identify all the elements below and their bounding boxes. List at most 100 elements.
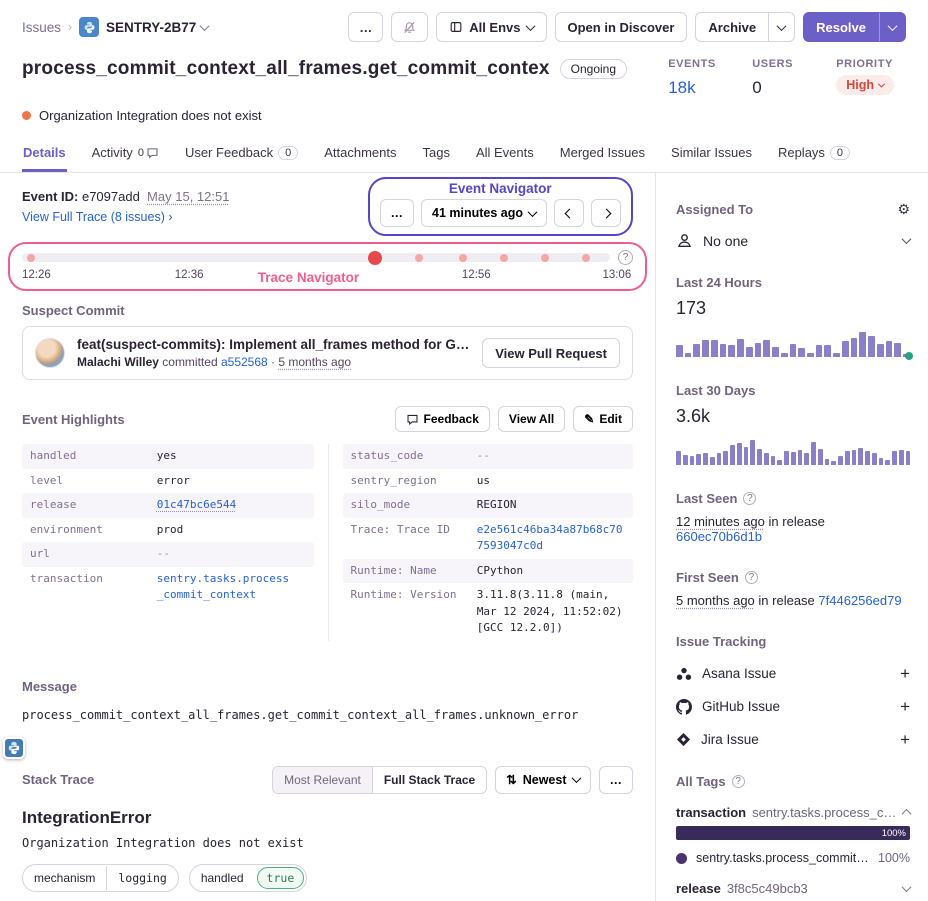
assignee-settings-gear-icon[interactable]: ⚙ [897, 201, 910, 218]
commit-sha-link[interactable]: a552568 [221, 355, 268, 369]
tag-chevron-icon[interactable] [902, 809, 912, 819]
chart-bar [784, 451, 789, 465]
highlight-key: url [30, 546, 157, 563]
chart-bar [845, 451, 850, 465]
last-seen-help-icon[interactable]: ? [743, 492, 756, 505]
event-age-dropdown[interactable]: 41 minutes ago [421, 199, 547, 227]
highlight-value[interactable]: sentry.tasks.process _commit_context [157, 571, 306, 604]
highlight-value[interactable]: 01c47bc6e544 [157, 497, 306, 514]
chip-group: handledtrue [189, 864, 307, 892]
open-in-discover-button[interactable]: Open in Discover [555, 12, 688, 42]
tab-merged-issues[interactable]: Merged Issues [559, 139, 646, 172]
issue-tracking-list: Asana Issue+GitHub Issue+Jira Issue+ [676, 665, 910, 748]
tab-replays[interactable]: Replays0 [777, 139, 851, 172]
tab-tags[interactable]: Tags [421, 139, 450, 172]
view-full-trace-link[interactable]: View Full Trace (8 issues) › [22, 210, 229, 224]
chart-bar [838, 456, 843, 465]
tab-attachments[interactable]: Attachments [323, 139, 397, 172]
sort-button[interactable]: ⇅ Newest [495, 766, 590, 794]
tab-activity[interactable]: Activity0 [91, 139, 160, 172]
chart-bar [730, 445, 735, 465]
trace-event-dot[interactable] [500, 254, 508, 262]
trace-event-dot[interactable] [582, 254, 590, 262]
all-tags-help-icon[interactable]: ? [732, 775, 745, 788]
trace-time-label: 13:06 [602, 269, 631, 281]
trace-current-event-dot[interactable] [368, 251, 382, 265]
tab-user-feedback[interactable]: User Feedback0 [184, 139, 299, 172]
resolve-button[interactable]: Resolve [803, 12, 879, 42]
resolve-dropdown-button[interactable] [879, 12, 906, 42]
chart-bar [711, 340, 718, 357]
tab-label: Attachments [324, 145, 396, 160]
tag-header[interactable]: release3f8c5c49bcb3 [676, 881, 910, 896]
trace-navigator-label: Trace Navigator [258, 270, 359, 285]
toggle-most-relevant[interactable]: Most Relevant [273, 767, 372, 793]
last-30-days-section: Last 30 Days3.6k [676, 383, 910, 465]
view-pull-request-button[interactable]: View Pull Request [482, 338, 620, 368]
archive-button[interactable]: Archive [695, 12, 769, 42]
toggle-full-stack-trace[interactable]: Full Stack Trace [372, 767, 486, 793]
tab-label: User Feedback [185, 145, 273, 160]
trace-event-dot[interactable] [415, 254, 423, 262]
chart-bar [790, 344, 797, 357]
highlight-row: silo_modeREGION [343, 493, 634, 518]
archive-dropdown-button[interactable] [769, 12, 795, 42]
highlight-row: release01c47bc6e544 [22, 493, 314, 518]
add-github-issue-button[interactable]: + [900, 698, 910, 715]
tag-key: release [676, 881, 721, 896]
tracking-label: Jira Issue [701, 732, 759, 747]
stack-more-button[interactable]: … [599, 766, 634, 794]
highlight-row: Trace: Trace IDe2e561c46ba34a87b68c70759… [343, 518, 634, 559]
event-date[interactable]: May 15, 12:51 [147, 189, 229, 204]
suspect-commit-heading: Suspect Commit [22, 303, 633, 318]
view-all-button[interactable]: View All [498, 406, 565, 432]
assignee-value: No one [703, 233, 748, 249]
chart-bar [755, 343, 762, 357]
tag-distribution-bar: 100% [676, 826, 910, 840]
first-seen-release-link[interactable]: 7f446256ed79 [818, 593, 901, 608]
stat-label: USERS [752, 58, 802, 70]
breadcrumb-issue-id[interactable]: SENTRY-2B77 [106, 20, 208, 35]
trace-event-dot[interactable] [27, 254, 35, 262]
assignee-row[interactable]: No one [676, 232, 910, 249]
first-seen-help-icon[interactable]: ? [745, 571, 758, 584]
trace-help-icon[interactable]: ? [618, 250, 633, 265]
mute-bell-button[interactable] [391, 12, 428, 42]
chart-bar [771, 456, 776, 465]
add-asana-issue-button[interactable]: + [900, 665, 910, 682]
last-seen-release-link[interactable]: 660ec70b6d1b [676, 529, 762, 544]
tag-header[interactable]: transactionsentry.tasks.process_com… [676, 805, 910, 820]
tab-all-events[interactable]: All Events [475, 139, 535, 172]
person-icon [676, 232, 693, 249]
event-navigator-annotation: Event Navigator … 41 minutes ago [368, 177, 634, 236]
trace-event-dot[interactable] [541, 254, 549, 262]
add-jira-issue-button[interactable]: + [900, 731, 910, 748]
highlight-value[interactable]: e2e561c46ba34a87b68c707593047c0d [477, 522, 625, 555]
tag-chevron-icon[interactable] [902, 882, 912, 892]
next-event-button[interactable] [591, 199, 621, 227]
feedback-button[interactable]: Feedback [395, 406, 490, 432]
commit-age[interactable]: 5 months ago [278, 355, 351, 369]
highlight-key: status_code [351, 448, 477, 465]
chart-bar [872, 453, 877, 465]
priority-badge[interactable]: High [836, 75, 894, 95]
trace-time-label: 12:26 [22, 269, 51, 281]
highlight-row: environmentprod [22, 518, 314, 543]
breadcrumb-issues[interactable]: Issues [22, 20, 61, 35]
tab-details[interactable]: Details [22, 139, 67, 172]
more-actions-button[interactable]: … [348, 12, 383, 42]
stat-value[interactable]: 18k [668, 78, 718, 98]
prev-event-button[interactable] [554, 199, 584, 227]
assignee-chevron-icon [902, 234, 912, 244]
tab-similar-issues[interactable]: Similar Issues [670, 139, 753, 172]
suspect-commit-card: feat(suspect-commits): Implement all_fra… [22, 326, 633, 380]
edit-button[interactable]: ✎Edit [573, 406, 633, 432]
environment-filter-button[interactable]: All Envs [436, 12, 546, 42]
event-more-button[interactable]: … [380, 199, 415, 227]
trace-event-dot[interactable] [459, 254, 467, 262]
trace-timeline[interactable] [22, 253, 610, 262]
highlight-value: 3.11.8(3.11.8 (main, Mar 12 2024, 11:52:… [477, 587, 625, 637]
chart-bar [885, 460, 890, 465]
tab-label: Merged Issues [560, 145, 645, 160]
chart-bar [777, 460, 782, 465]
